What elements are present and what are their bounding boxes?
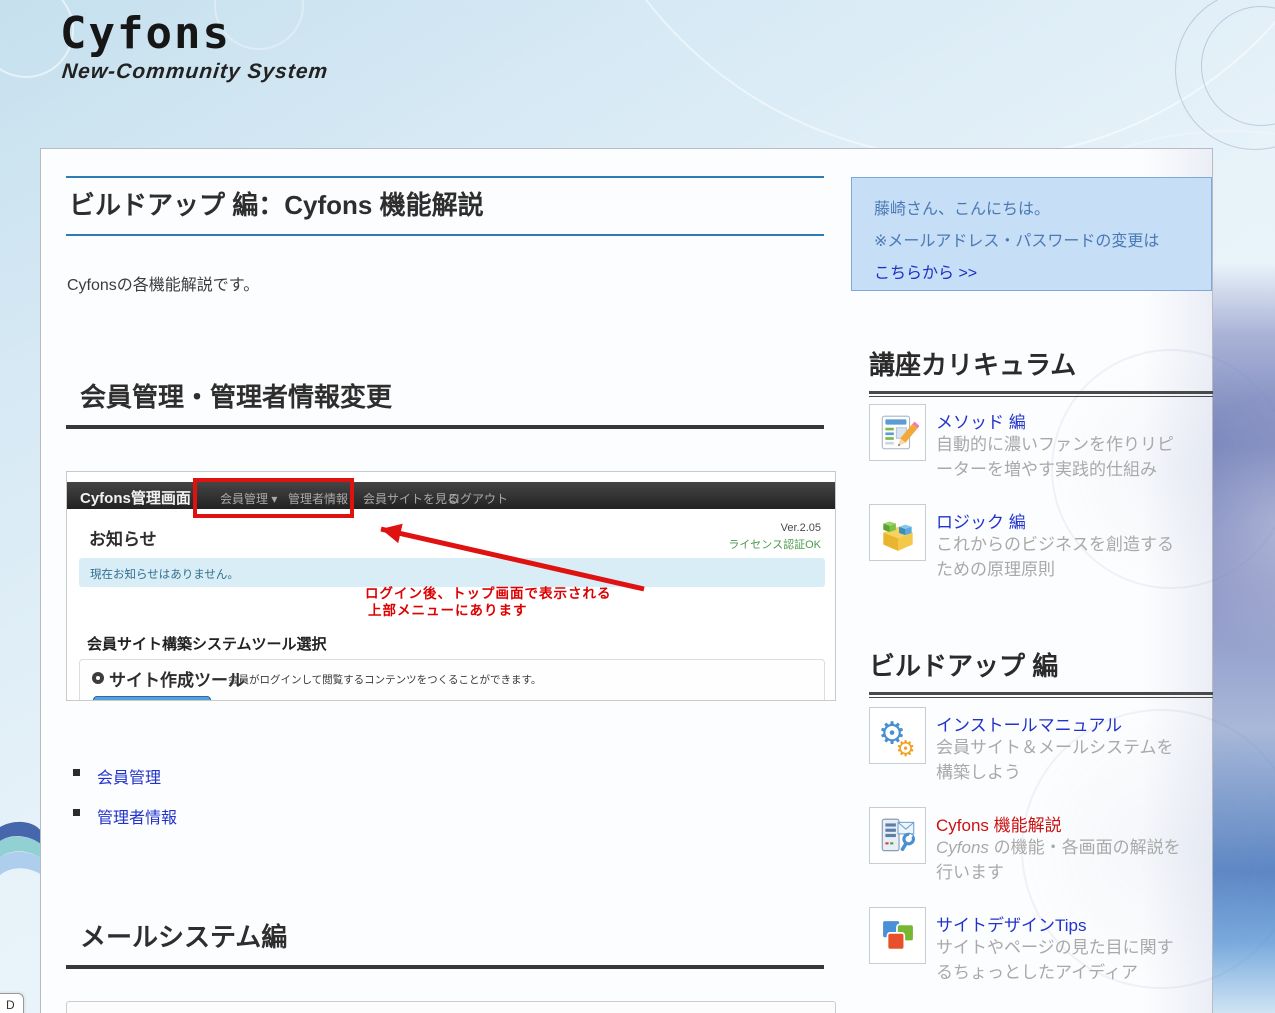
sidebar-desc-cyfons-manual: Cyfons の機能・各画面の解説を行います: [936, 835, 1184, 885]
square-bullet-icon: [73, 769, 80, 776]
status-tooltip-partial: D: [0, 993, 24, 1013]
screenshot-tool-button: サイト作成ツール: [93, 696, 211, 701]
screenshot-tool-box: サイト作成ツール 会員がログインして閲覧するコンテンツをつくることができます。 …: [79, 659, 825, 701]
sidebar-desc-logic: これからのビジネスを創造するための原理原則: [936, 532, 1184, 582]
screenshot-tool-name: サイト作成ツール: [109, 666, 245, 691]
sidebar-link-logic[interactable]: ロジック 編: [936, 508, 1026, 533]
screenshot-tool-desc: 会員がログインして閲覧するコンテンツをつくることができます。: [228, 672, 541, 687]
svg-text:⚙: ⚙: [895, 736, 915, 757]
logo-tagline: New-Community System: [61, 60, 330, 84]
section-heading-mail: メールシステム編: [66, 917, 824, 969]
sidebar-desc-design-tips: サイトやページの見た目に関するちょっとしたアイディア: [936, 935, 1184, 985]
member-management-link[interactable]: 会員管理: [97, 764, 161, 788]
tool-bullet-icon: [92, 672, 104, 684]
logo: Cyfons: [60, 8, 231, 59]
title-rule-top: [66, 176, 824, 178]
sidebar-link-install-manual[interactable]: インストールマニュアル: [936, 711, 1122, 736]
logic-icon: [869, 504, 926, 561]
greeting-line2: ※メールアドレス・パスワードの変更は: [874, 226, 1211, 258]
method-icon: [869, 404, 926, 461]
page-title: ビルドアップ 編：Cyfons 機能解説: [69, 185, 484, 222]
admin-info-link[interactable]: 管理者情報: [97, 804, 177, 828]
sidebar-link-design-tips[interactable]: サイトデザインTips: [936, 911, 1087, 936]
screenshot-tool-heading: 会員サイト構築システムツール選択: [87, 633, 327, 654]
sidebar-desc-install-manual: 会員サイト＆メールシステムを構築しよう: [936, 735, 1184, 785]
sidebar-heading-curriculum: 講座カリキュラム: [869, 345, 1213, 394]
desc-emphasis: Cyfons: [936, 838, 989, 857]
intro-text: Cyfonsの各機能解説です。: [67, 271, 259, 295]
design-icon: [869, 907, 926, 964]
sidebar-heading-buildup: ビルドアップ 編: [869, 646, 1213, 695]
content-container: ビルドアップ 編：Cyfons 機能解説 Cyfonsの各機能解説です。 会員管…: [40, 148, 1213, 1013]
bottom-partial-box: [66, 1001, 836, 1013]
install-icon: ⚙ ⚙: [869, 707, 926, 764]
sidebar-desc-method: 自動的に濃いファンを作りリピーターを増やす実践的仕組み: [936, 432, 1184, 482]
section-heading-members: 会員管理・管理者情報変更: [66, 377, 824, 429]
admin-screenshot-image: Cyfons管理画面 会員管理 ▾ 管理者情報 会員サイトを見る ログアウト お…: [66, 471, 836, 701]
annotation-line2: 上部メニューにあります: [368, 599, 528, 619]
sidebar-current-page-cyfons-manual: Cyfons 機能解説: [936, 811, 1062, 836]
sidebar-link-method[interactable]: メソッド 編: [936, 408, 1026, 433]
square-bullet-icon: [73, 809, 80, 816]
greeting-box: 藤崎さん、こんにちは。 ※メールアドレス・パスワードの変更は こちらから >>: [851, 177, 1212, 291]
title-rule-bottom: [66, 234, 824, 236]
manual-icon: [869, 807, 926, 864]
greeting-line1: 藤崎さん、こんにちは。: [874, 194, 1211, 226]
swirl-decoration: [0, 815, 42, 893]
change-password-link[interactable]: こちらから >>: [874, 265, 977, 282]
